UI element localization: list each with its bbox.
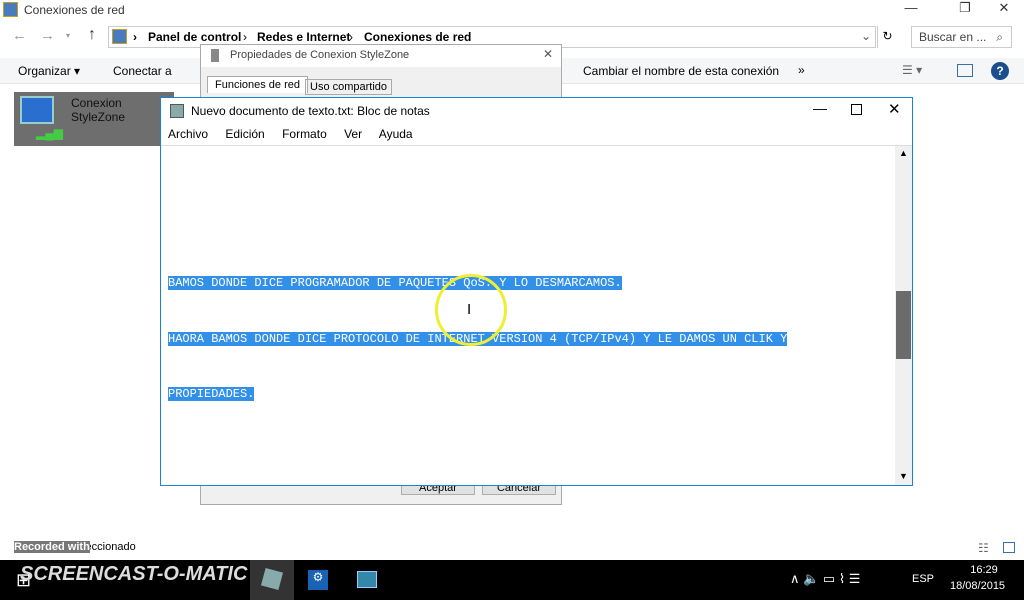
notepad-icon — [260, 567, 284, 591]
refresh-button[interactable]: ↻ — [877, 26, 897, 48]
taskbar-control-panel-icon[interactable] — [357, 571, 377, 588]
chevron-down-icon[interactable]: ⌄ — [861, 29, 871, 43]
network-adapter-icon — [20, 96, 54, 124]
clock-date[interactable]: 18/08/2015 — [950, 580, 1005, 592]
dialog-close-button[interactable]: ✕ — [543, 47, 553, 61]
large-icons-view-icon[interactable] — [1003, 542, 1015, 553]
preview-pane-icon[interactable] — [957, 64, 973, 77]
breadcrumb-connections[interactable]: Conexiones de red — [364, 30, 471, 44]
help-icon[interactable]: ? — [991, 62, 1009, 80]
scroll-down-icon[interactable]: ▼ — [899, 471, 908, 481]
taskbar-notepad[interactable] — [250, 560, 294, 600]
connection-name: Conexion StyleZone — [71, 96, 126, 124]
notepad-title: Nuevo documento de texto.txt: Bloc de no… — [191, 104, 430, 118]
connect-button[interactable]: Conectar a — [113, 64, 172, 78]
menu-formato[interactable]: Formato — [282, 127, 327, 141]
recent-chevron-icon[interactable]: ▾ — [66, 31, 70, 40]
clock-time[interactable]: 16:29 — [964, 564, 1004, 576]
scrollbar-thumb[interactable] — [896, 291, 911, 359]
menu-archivo[interactable]: Archivo — [168, 127, 208, 141]
up-button[interactable]: ↑ — [88, 26, 96, 44]
search-placeholder: Buscar en ... — [919, 30, 987, 44]
signal-icon: ▂▄▆ — [36, 126, 63, 140]
rename-connection-button[interactable]: Cambiar el nombre de esta conexión — [583, 64, 779, 78]
language-indicator[interactable]: ESP — [912, 573, 934, 585]
text-cursor-icon: I — [467, 301, 472, 318]
taskbar: ⊞ SCREENCAST-O-MATIC ⚙ ∧ 🔈 ▭ ⌇ ☰ ESP 16:… — [0, 560, 1024, 600]
search-input[interactable]: Buscar en ... ⌕ — [911, 26, 1012, 48]
tab-sharing[interactable]: Uso compartido — [305, 79, 393, 95]
taskbar-settings-icon[interactable]: ⚙ — [308, 570, 328, 590]
back-button[interactable]: ← — [12, 27, 27, 44]
connection-icon — [211, 49, 219, 62]
more-button[interactable]: » — [798, 63, 805, 77]
system-tray-icons[interactable]: ∧ 🔈 ▭ ⌇ ☰ — [790, 571, 860, 587]
vertical-scrollbar[interactable]: ▲ ▼ — [895, 146, 912, 485]
menu-edicion[interactable]: Edición — [225, 127, 264, 141]
tab-networking[interactable]: Funciones de red — [207, 76, 308, 93]
close-button[interactable]: ✕ — [986, 0, 1022, 20]
menu-ver[interactable]: Ver — [344, 127, 362, 141]
menu-ayuda[interactable]: Ayuda — [379, 127, 413, 141]
notepad-minimize-button[interactable]: — — [813, 100, 827, 116]
notepad-window: Nuevo documento de texto.txt: Bloc de no… — [160, 97, 913, 486]
text-line: PROPIEDADES. — [168, 387, 255, 401]
explorer-title-bar: Conexiones de red — ❐ ✕ — [0, 0, 1024, 20]
dialog-title: Propiedades de Conexion StyleZone — [230, 49, 410, 61]
text-line: BAMOS DONDE DICE PROGRAMADOR DE PAQUETES… — [168, 276, 622, 290]
scroll-up-icon[interactable]: ▲ — [899, 148, 908, 158]
breadcrumb-panel[interactable]: Panel de control — [148, 30, 241, 44]
window-title: Conexiones de red — [24, 3, 125, 17]
notepad-icon — [170, 104, 184, 118]
recorded-with-watermark: Recorded with — [14, 541, 90, 553]
search-icon: ⌕ — [996, 30, 1003, 44]
breadcrumb-sep: › — [133, 30, 137, 44]
view-options-icon[interactable]: ☰ ▾ — [902, 63, 922, 77]
network-folder-icon — [3, 2, 18, 17]
screencast-watermark: SCREENCAST-O-MATIC — [20, 563, 248, 585]
breadcrumb-network[interactable]: Redes e Internet — [257, 30, 350, 44]
notepad-maximize-button[interactable] — [851, 104, 862, 115]
organize-button[interactable]: Organizar ▾ — [18, 64, 80, 78]
maximize-button[interactable]: ❐ — [947, 0, 983, 20]
notepad-close-button[interactable]: ✕ — [888, 100, 901, 118]
network-folder-icon — [112, 29, 127, 44]
minimize-button[interactable]: — — [893, 0, 929, 20]
forward-button[interactable]: → — [40, 27, 55, 44]
connection-item[interactable]: ▂▄▆ Conexion StyleZone — [14, 92, 174, 146]
details-view-icon[interactable]: ☷ — [978, 541, 989, 555]
